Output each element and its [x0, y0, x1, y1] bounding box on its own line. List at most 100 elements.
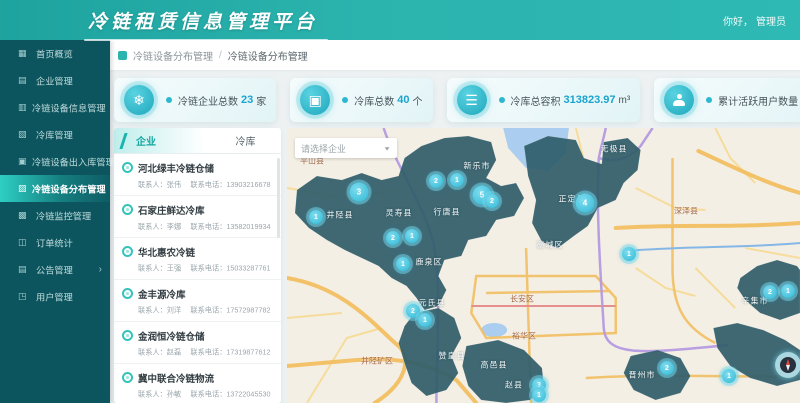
map-cluster-marker[interactable]: 1 — [781, 284, 795, 298]
company-name: 金润恒冷链仓储 — [138, 328, 205, 342]
panel-tabs: 企业 冷库 — [114, 128, 281, 154]
sidebar-item-冷库管理[interactable]: ▧ 冷库管理 — [0, 121, 110, 148]
map-cluster-marker[interactable]: 2 — [763, 285, 777, 299]
company-list-item[interactable]: 华北惠农冷链 联系人：王强 联系电话：15033287761 — [114, 238, 281, 280]
company-marker-icon — [122, 162, 133, 173]
stat-card-label: 冷链企业总数 — [178, 93, 238, 108]
order-icon: ◫ — [18, 237, 31, 248]
district-label: 灵寿县 — [386, 208, 413, 219]
breadcrumb-root[interactable]: 冷链设备分布管理 — [133, 48, 213, 63]
map-cluster-marker[interactable]: 3 — [350, 183, 369, 202]
tab-company[interactable]: 企业 — [114, 128, 210, 153]
stat-card-value: 313823.97 — [564, 94, 616, 106]
sidebar-item-冷链设备出入库管理[interactable]: ▣ 冷链设备出入库管理 — [0, 148, 110, 175]
company-marker-icon — [122, 288, 133, 299]
compass-control[interactable] — [775, 352, 800, 378]
district-label: 鹿泉区 — [416, 257, 443, 268]
stat-card-value: 40 — [397, 94, 409, 106]
stat-card-unit: 家 — [256, 93, 266, 108]
map-cluster-marker[interactable]: 1 — [532, 388, 546, 402]
map-cluster-marker[interactable]: 1 — [450, 173, 464, 187]
notice-icon: ▤ — [18, 264, 31, 275]
breadcrumb: 冷链设备分布管理 / 冷链设备分布管理 — [110, 40, 800, 70]
snowflake-icon: ❄ — [124, 85, 154, 115]
sidebar-item-用户管理[interactable]: ◳ 用户管理 — [0, 283, 110, 310]
company-list-item[interactable]: 石家庄鲜达冷库 联系人：李娜 联系电话：13582019934 — [114, 196, 281, 238]
warehouse-icon: ▣ — [300, 85, 330, 115]
stat-card-label: 累计活跃用户数量 — [718, 93, 798, 108]
map-cluster-marker[interactable]: 4 — [576, 194, 595, 213]
stat-card-label: 冷库总容积 — [511, 93, 561, 108]
map-cluster-marker[interactable]: 1 — [722, 369, 736, 383]
company-list[interactable]: 河北绿丰冷链仓储 联系人：张伟 联系电话：13903216678 石家庄鲜达冷库… — [114, 154, 281, 403]
sidebar-item-label: 冷链设备信息管理 — [32, 101, 106, 115]
district-label: 新乐市 — [464, 161, 491, 172]
map-cluster-marker[interactable]: 2 — [660, 361, 674, 375]
company-list-item[interactable]: 冀中联合冷链物流 联系人：孙敏 联系电话：13722045530 — [114, 364, 281, 403]
company-meta: 联系人：李娜 联系电话：13582019934 — [138, 222, 260, 232]
map-cluster-marker[interactable]: 1 — [418, 313, 432, 327]
map-search-select[interactable]: 请选择企业 ▼ — [295, 138, 397, 158]
stat-card-label: 冷库总数 — [354, 93, 394, 108]
company-marker-icon — [122, 246, 133, 257]
sidebar-item-企业管理[interactable]: ▤ 企业管理 — [0, 67, 110, 94]
map-cluster-marker[interactable]: 1 — [622, 247, 636, 261]
company-meta: 联系人：孙敏 联系电话：13722045530 — [138, 390, 260, 400]
company-name: 冀中联合冷链物流 — [138, 370, 214, 384]
tab-coldstore[interactable]: 冷库 — [210, 128, 281, 153]
sidebar-item-label: 首页概览 — [36, 47, 73, 61]
user-info[interactable]: 你好， 管理员 — [723, 0, 786, 40]
company-name: 华北惠农冷链 — [138, 244, 195, 258]
map-cluster-marker[interactable]: 1 — [309, 210, 323, 224]
stat-card-value: 23 — [241, 94, 253, 106]
stat-card: ▣ 冷库总数 40 个 — [290, 78, 432, 122]
stat-card-unit: m³ — [619, 95, 631, 106]
user-icon — [664, 85, 694, 115]
company-list-item[interactable]: 金润恒冷链仓储 联系人：赵磊 联系电话：17319877612 — [114, 322, 281, 364]
sidebar-item-首页概览[interactable]: ▦ 首页概览 — [0, 40, 110, 67]
stat-card-unit: 个 — [413, 93, 423, 108]
company-marker-icon — [122, 372, 133, 383]
app-header: 冷链租赁信息管理平台 你好， 管理员 — [0, 0, 800, 40]
map-cluster-marker[interactable]: 2 — [485, 194, 499, 208]
sidebar-item-公告管理[interactable]: ▤ 公告管理 › — [0, 256, 110, 283]
district-label: 元氏县 — [419, 298, 446, 309]
breadcrumb-current: 冷链设备分布管理 — [228, 48, 308, 63]
sidebar-item-label: 企业管理 — [36, 74, 73, 88]
district-label: 无极县 — [601, 144, 628, 155]
content-row: 企业 冷库 河北绿丰冷链仓储 联系人：张伟 联系电话：13903216678 石… — [114, 128, 800, 403]
device-icon: ▥ — [18, 102, 27, 113]
building-icon: ▤ — [18, 75, 31, 86]
district-label: 晋州市 — [629, 370, 656, 381]
company-meta: 联系人：赵磊 联系电话：17319877612 — [138, 348, 260, 358]
company-name: 河北绿丰冷链仓储 — [138, 160, 214, 174]
map-cluster-marker[interactable]: 1 — [396, 257, 410, 271]
map-cluster-marker[interactable]: 2 — [386, 231, 400, 245]
tab-company-label: 企业 — [136, 133, 156, 148]
tab-coldstore-label: 冷库 — [236, 133, 256, 148]
map-cluster-marker[interactable]: 2 — [429, 174, 443, 188]
main-content: 冷链设备分布管理 / 冷链设备分布管理 ❄ 冷链企业总数 23 家 ▣ 冷库总数… — [110, 40, 800, 403]
map-cluster-marker[interactable]: 1 — [405, 229, 419, 243]
company-list-item[interactable]: 金丰源冷库 联系人：刘洋 联系电话：17572987782 — [114, 280, 281, 322]
map-search-placeholder: 请选择企业 — [301, 142, 383, 155]
sidebar-item-订单统计[interactable]: ◫ 订单统计 — [0, 229, 110, 256]
map-container[interactable]: 请选择企业 ▼ 井陉县灵寿县行唐县新乐市无极县正定县藁城区鹿泉区元氏县赞皇县高邑… — [287, 128, 800, 403]
chevron-down-icon: ▼ — [383, 145, 391, 151]
company-list-item[interactable]: 河北绿丰冷链仓储 联系人：张伟 联系电话：13903216678 — [114, 154, 281, 196]
stats-row: ❄ 冷链企业总数 23 家 ▣ 冷库总数 40 个 ☰ 冷库总容积 313823… — [114, 78, 796, 122]
sidebar-item-冷链监控管理[interactable]: ▩ 冷链监控管理 — [0, 202, 110, 229]
breadcrumb-separator: / — [219, 50, 222, 61]
user-greeting: 你好， — [723, 13, 753, 28]
sidebar-item-冷链设备信息管理[interactable]: ▥ 冷链设备信息管理 — [0, 94, 110, 121]
dashboard-icon: ▦ — [18, 48, 31, 59]
warehouse-icon: ▧ — [18, 129, 31, 140]
breadcrumb-icon — [118, 51, 127, 60]
sidebar-item-label: 冷链设备分布管理 — [32, 182, 106, 196]
scrollbar[interactable] — [277, 158, 280, 238]
company-marker-icon — [122, 204, 133, 215]
stat-card: 累计活跃用户数量 3 个 — [654, 78, 800, 122]
sidebar-item-冷链设备分布管理[interactable]: ▨ 冷链设备分布管理 — [0, 175, 110, 202]
basemap-city-label: 裕华区 — [512, 331, 536, 342]
district-label: 井陉县 — [327, 210, 354, 221]
